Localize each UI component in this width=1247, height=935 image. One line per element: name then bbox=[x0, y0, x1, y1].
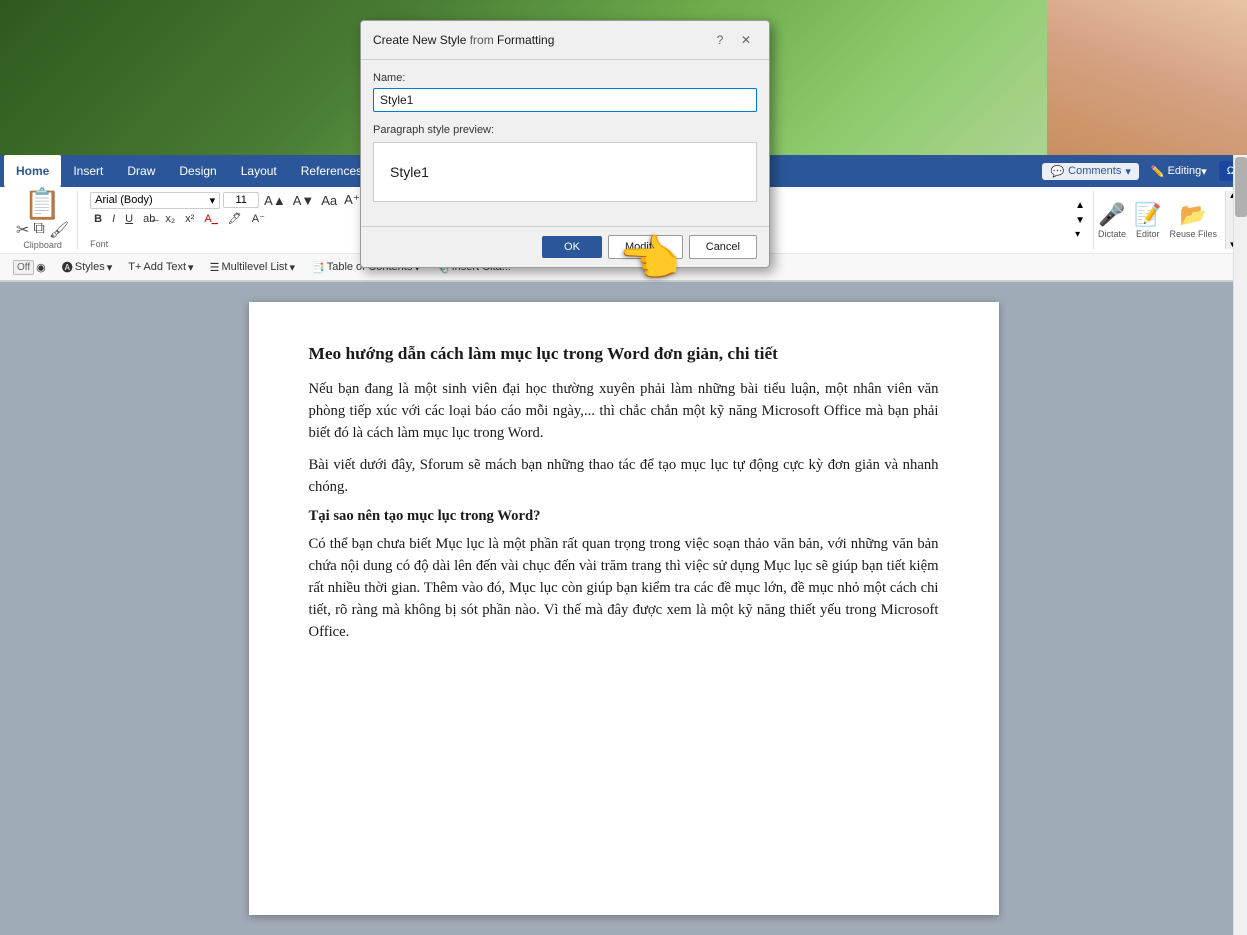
ok-button[interactable]: OK bbox=[542, 236, 602, 258]
clipboard-group: 📋 ✂ ⧉ 🖌 Clipboard bbox=[8, 191, 78, 249]
styles-down-button[interactable]: ▼ bbox=[1075, 215, 1085, 226]
chevron-addtext: ▾ bbox=[188, 261, 194, 274]
font-name-value: Arial (Body) bbox=[95, 194, 152, 206]
tab-layout[interactable]: Layout bbox=[229, 155, 289, 187]
comments-label: Comments bbox=[1068, 165, 1121, 177]
dialog-titlebar: Create New Style from Formatting ? ✕ bbox=[361, 21, 769, 60]
dialog-title-text: Create New Style from Formatting bbox=[373, 33, 554, 47]
editor-label: Editor bbox=[1136, 229, 1160, 239]
chevron-down-icon2: ▾ bbox=[1201, 165, 1207, 178]
microphone-icon: 🎤 bbox=[1098, 202, 1125, 228]
tab-design[interactable]: Design bbox=[167, 155, 228, 187]
bold-button[interactable]: B bbox=[90, 212, 106, 226]
document-para1[interactable]: Nếu bạn đang là một sinh viên đại học th… bbox=[309, 378, 939, 444]
dialog-controls: ? ✕ bbox=[709, 29, 757, 51]
tab-draw[interactable]: Draw bbox=[115, 155, 167, 187]
dictate-label: Dictate bbox=[1098, 229, 1126, 239]
text-effects-button[interactable]: A⁺ bbox=[342, 191, 362, 209]
font-size-input[interactable]: 11 bbox=[223, 192, 259, 208]
change-case-button[interactable]: Aa bbox=[319, 192, 339, 209]
font-shrink-button[interactable]: A▼ bbox=[291, 192, 317, 209]
cancel-button[interactable]: Cancel bbox=[689, 235, 757, 259]
dialog-close-button[interactable]: ✕ bbox=[735, 29, 757, 51]
pencil-icon: ✏️ bbox=[1151, 165, 1165, 178]
styles-button[interactable]: 🅐 Styles ▾ bbox=[57, 257, 118, 277]
clipboard-sub-actions: ✂ ⧉ 🖌 bbox=[16, 220, 69, 240]
toggle-icon: ◉ bbox=[36, 261, 46, 274]
dialog-footer: OK Modify... Cancel bbox=[361, 226, 769, 267]
highlight-button[interactable]: 🖊 bbox=[224, 211, 246, 226]
tab-insert[interactable]: Insert bbox=[61, 155, 115, 187]
subscript-button[interactable]: x₂ bbox=[161, 212, 179, 226]
editing-button[interactable]: ✏️ Editing ▾ bbox=[1143, 155, 1215, 187]
add-text-label: Add Text bbox=[143, 261, 186, 273]
reuse-label: Reuse Files bbox=[1169, 229, 1217, 239]
chevron-down-icon3: ▾ bbox=[210, 194, 216, 207]
chevron-multilevel: ▾ bbox=[289, 261, 295, 274]
styles-scroll: ▲ ▼ ▾ bbox=[1075, 200, 1085, 240]
dialog-title-label: Create New Style from Formatting bbox=[373, 33, 554, 47]
track-changes-toggle[interactable]: Off ◉ bbox=[8, 258, 51, 277]
name-input[interactable] bbox=[373, 88, 757, 112]
tab-bar-right: 💬 Comments ▾ ✏️ Editing ▾ Ω bbox=[1042, 155, 1243, 187]
editing-label: Editing bbox=[1168, 165, 1202, 177]
styles-label: Styles bbox=[75, 261, 105, 273]
font-group: Arial (Body) ▾ 11 A▲ A▼ Aa A⁺ B I U ab̶ … bbox=[82, 191, 371, 249]
editor-button[interactable]: 📝 Editor bbox=[1134, 202, 1161, 239]
styles-up-button[interactable]: ▲ bbox=[1075, 200, 1085, 211]
right-tools: 🎤 Dictate 📝 Editor 📂 Reuse Files ▲ ▼ bbox=[1098, 191, 1239, 249]
modify-button[interactable]: Modify... bbox=[608, 235, 683, 259]
styles-more-button[interactable]: ▾ bbox=[1075, 229, 1085, 240]
preview-box: Style1 bbox=[373, 142, 757, 202]
format-painter-icon[interactable]: 🖌 bbox=[49, 220, 69, 240]
dictate-button[interactable]: 🎤 Dictate bbox=[1098, 202, 1126, 239]
paste-button[interactable]: 📋 bbox=[24, 190, 61, 220]
document-title: Meo hướng dẫn cách làm mục lục trong Wor… bbox=[309, 342, 939, 366]
reuse-icon: 📂 bbox=[1180, 202, 1207, 228]
font-label: Font bbox=[90, 239, 108, 249]
cut-icon[interactable]: ✂ bbox=[16, 220, 29, 240]
preview-text: Style1 bbox=[390, 164, 429, 180]
chevron-down-icon: ▾ bbox=[1125, 165, 1131, 178]
editor-icon: 📝 bbox=[1134, 202, 1161, 228]
tab-home[interactable]: Home bbox=[4, 155, 61, 187]
document: Meo hướng dẫn cách làm mục lục trong Wor… bbox=[249, 302, 999, 915]
toggle-off-label: Off bbox=[13, 260, 34, 275]
multilevel-icon: ☰ bbox=[210, 261, 220, 274]
text-color-button[interactable]: A⁻ bbox=[248, 211, 269, 226]
dialog-body: Name: Paragraph style preview: Style1 bbox=[361, 60, 769, 226]
preview-label: Paragraph style preview: bbox=[373, 124, 757, 136]
document-para2[interactable]: Bài viết dưới đây, Sforum sẽ mách bạn nh… bbox=[309, 454, 939, 498]
underline-button[interactable]: U bbox=[121, 212, 137, 226]
word-application: Home Insert Draw Design Layout Reference… bbox=[0, 155, 1247, 935]
strikethrough-button[interactable]: ab̶ bbox=[139, 212, 159, 226]
toc-icon: 📑 bbox=[311, 261, 325, 274]
document-area: Meo hướng dẫn cách làm mục lục trong Wor… bbox=[0, 282, 1247, 935]
font-grow-button[interactable]: A▲ bbox=[262, 192, 288, 209]
font-name-dropdown[interactable]: Arial (Body) ▾ bbox=[90, 192, 220, 209]
clipboard-label: Clipboard bbox=[23, 240, 62, 250]
comments-button[interactable]: 💬 Comments ▾ bbox=[1042, 163, 1138, 180]
styles-icon: 🅐 bbox=[62, 259, 73, 275]
document-scrollbar[interactable] bbox=[1233, 282, 1247, 935]
add-text-icon: T+ bbox=[128, 261, 141, 273]
chevron-styles: ▾ bbox=[107, 261, 113, 274]
multilevel-list-button[interactable]: ☰ Multilevel List ▾ bbox=[205, 259, 300, 276]
background-photo-right bbox=[1047, 0, 1247, 155]
italic-button[interactable]: I bbox=[108, 212, 119, 226]
create-style-dialog[interactable]: Create New Style from Formatting ? ✕ Nam… bbox=[360, 20, 770, 268]
name-label: Name: bbox=[373, 72, 757, 84]
comment-icon: 💬 bbox=[1050, 165, 1064, 178]
document-para3[interactable]: Có thể bạn chưa biết Mục lục là một phần… bbox=[309, 533, 939, 643]
document-heading1[interactable]: Tại sao nên tạo mục lục trong Word? bbox=[309, 508, 939, 525]
font-format-row: B I U ab̶ x₂ x² A_ 🖊 A⁻ bbox=[90, 211, 362, 226]
dialog-help-button[interactable]: ? bbox=[709, 29, 731, 51]
superscript-button[interactable]: x² bbox=[181, 212, 198, 226]
reuse-files-button[interactable]: 📂 Reuse Files bbox=[1169, 202, 1217, 239]
add-text-button[interactable]: T+ Add Text ▾ bbox=[123, 259, 198, 276]
font-color-button[interactable]: A_ bbox=[200, 212, 221, 226]
multilevel-label: Multilevel List bbox=[221, 261, 287, 273]
copy-icon[interactable]: ⧉ bbox=[33, 220, 44, 240]
